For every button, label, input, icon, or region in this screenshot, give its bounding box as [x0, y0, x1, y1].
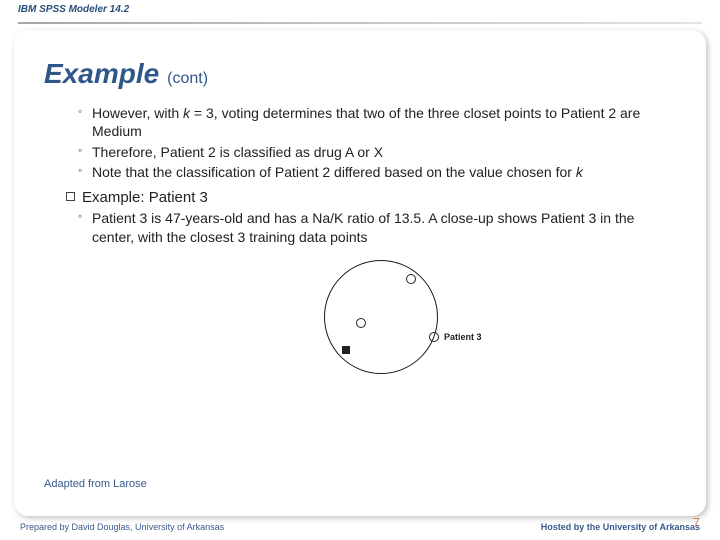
patient3-label: Patient 3	[444, 332, 482, 342]
bullet-text: However, with	[92, 105, 183, 121]
bullet-text: Patient 3 is 47-years-old and has a Na/K…	[92, 210, 634, 244]
data-point-patient3	[342, 346, 350, 354]
app-brand: IBM SPSS Modeler 14.2	[18, 4, 129, 15]
bullet-text: Note that the classification of Patient …	[92, 164, 576, 180]
bullet-text: Example: Patient 3	[82, 189, 208, 206]
bullet-item: Note that the classification of Patient …	[78, 163, 676, 181]
slide-number: 7	[693, 515, 700, 530]
footer-right: Hosted by the University of Arkansas	[541, 522, 700, 532]
footer-left: Prepared by David Douglas, University of…	[20, 522, 224, 532]
title-row: Example (cont)	[44, 58, 676, 90]
header-rule	[18, 22, 702, 24]
var-k: k	[576, 164, 583, 180]
bullet-item: Patient 3 is 47-years-old and has a Na/K…	[78, 209, 676, 246]
title-sub: (cont)	[167, 70, 208, 88]
bullet-list: However, with k = 3, voting determines t…	[78, 104, 676, 246]
bullet-text: Therefore, Patient 2 is classified as dr…	[92, 144, 383, 160]
var-k: k	[183, 105, 190, 121]
box-bullet-item: Example: Patient 3	[66, 188, 676, 208]
content-card: Example (cont) However, with k = 3, voti…	[14, 30, 706, 516]
footer: Prepared by David Douglas, University of…	[0, 518, 720, 536]
bullet-item: Therefore, Patient 2 is classified as dr…	[78, 143, 676, 161]
title-main: Example	[44, 58, 159, 90]
adapted-from: Adapted from Larose	[44, 478, 147, 490]
slide: IBM SPSS Modeler 14.2 Example (cont) How…	[0, 0, 720, 540]
bullet-item: However, with k = 3, voting determines t…	[78, 104, 676, 141]
data-point-open	[429, 332, 439, 342]
figure: Patient 3	[44, 252, 676, 382]
knn-circle	[324, 260, 438, 374]
